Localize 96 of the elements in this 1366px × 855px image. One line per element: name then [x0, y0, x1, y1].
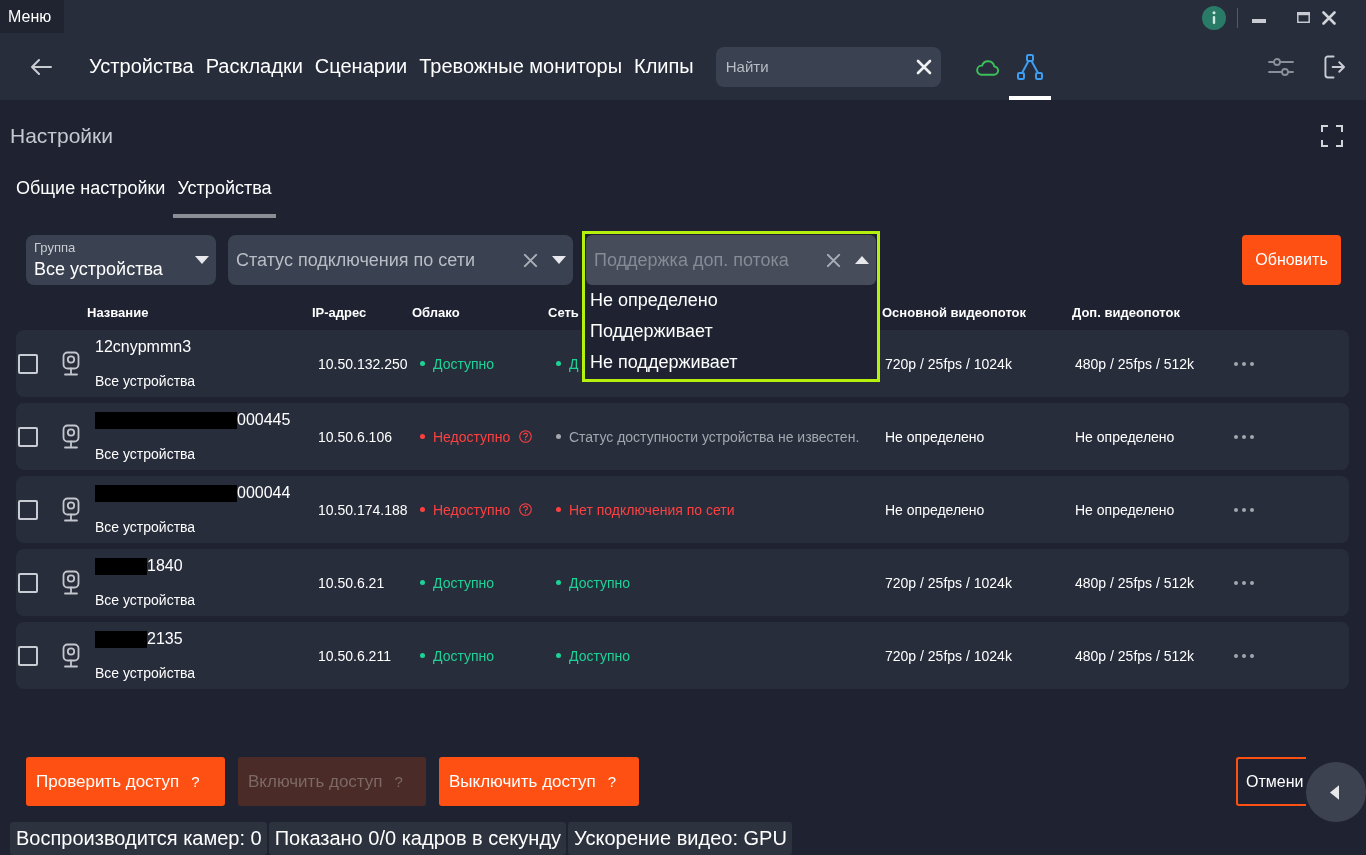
info-icon[interactable] — [1202, 6, 1226, 30]
exit-icon[interactable] — [1324, 54, 1345, 79]
network-icon — [1016, 53, 1043, 80]
device-group: Все устройства — [95, 446, 312, 462]
more-icon[interactable] — [1234, 580, 1254, 585]
status-bar-item: Воспроизводится камер: 0 — [10, 822, 267, 855]
checkbox[interactable] — [18, 645, 38, 666]
tab[interactable]: Устройства — [173, 172, 276, 218]
device-row[interactable]: 000044 Все устройства 10.50.174.188 Недоступно Нет подключения по сети Не определено Не определено — [16, 476, 1349, 543]
checkbox[interactable] — [18, 499, 38, 520]
ip-address: 10.50.174.188 — [318, 501, 408, 518]
webcam-icon — [62, 569, 80, 596]
more-icon[interactable] — [1234, 434, 1254, 439]
more-icon[interactable] — [1234, 361, 1254, 366]
device-name: 1840 — [147, 557, 183, 575]
main-stream: 720p / 25fps / 1024k — [885, 574, 1012, 591]
network-status: Статус доступности устройства не известен. — [569, 428, 860, 445]
filter-select[interactable]: Группа Все устройства — [26, 235, 216, 285]
column-header: Название — [87, 305, 150, 320]
caret-up-icon[interactable] — [855, 256, 869, 264]
nav-link[interactable]: Устройства — [89, 55, 194, 78]
network-status: Нет подключения по сети — [569, 501, 735, 518]
webcam-icon — [62, 642, 80, 669]
sub-stream: Не определено — [1075, 428, 1175, 445]
tab[interactable]: Общие настройки — [12, 172, 170, 218]
network-status: Доступно — [569, 647, 631, 664]
status-bar-item: Ускорение видео: GPU — [568, 822, 792, 855]
help-icon[interactable] — [519, 430, 533, 443]
main-stream: Не определено — [885, 428, 985, 445]
webcam-icon — [62, 350, 80, 377]
main-stream: Не определено — [885, 501, 985, 518]
device-group: Все устройства — [95, 665, 312, 681]
main-stream: 720p / 25fps / 1024k — [885, 647, 1012, 664]
sub-stream: 480p / 25fps / 512k — [1075, 355, 1195, 372]
page-title: Настройки — [10, 124, 113, 148]
ip-address: 10.50.6.106 — [318, 428, 392, 445]
device-row[interactable]: 2135 Все устройства 10.50.6.211 Доступно Доступно 720p / 25fps / 1024k 480p / 25fps / 512k — [16, 622, 1349, 689]
help-icon[interactable] — [519, 503, 533, 516]
dropdown-option[interactable]: Не поддерживает — [586, 347, 876, 378]
cloud-status: Доступно — [433, 647, 495, 664]
side-panel-toggle-button[interactable] — [1306, 762, 1366, 822]
menu-button[interactable]: Меню — [0, 0, 64, 33]
nav-link[interactable]: Клипы — [634, 55, 694, 78]
checkbox[interactable] — [18, 353, 38, 374]
sub-stream: 480p / 25fps / 512k — [1075, 574, 1195, 591]
webcam-icon — [62, 496, 80, 523]
cloud-icon — [975, 57, 1001, 76]
column-header: Доп. видеопоток — [1072, 305, 1181, 320]
fullscreen-icon[interactable] — [1321, 125, 1343, 147]
back-arrow-icon[interactable] — [30, 58, 52, 75]
cancel-button[interactable]: Отмени — [1236, 757, 1306, 806]
device-group: Все устройства — [95, 519, 312, 535]
more-icon[interactable] — [1234, 507, 1254, 512]
cloud-status: Недоступно — [433, 501, 511, 518]
device-name: 000044 — [237, 484, 291, 502]
device-group: Все устройства — [95, 373, 312, 389]
webcam-icon — [62, 423, 80, 450]
checkbox[interactable] — [18, 572, 38, 593]
clear-icon[interactable] — [523, 252, 538, 268]
device-group: Все устройства — [95, 592, 312, 608]
device-name: 2135 — [147, 630, 183, 648]
device-row[interactable]: 000445 Все устройства 10.50.6.106 Недоступно Статус доступности устройства не известен. Не определено Не определено — [16, 403, 1349, 470]
nav-link[interactable]: Сценарии — [314, 55, 408, 78]
checkbox[interactable] — [18, 426, 38, 447]
cloud-status: Недоступно — [433, 428, 511, 445]
main-stream: 720p / 25fps / 1024k — [885, 355, 1012, 372]
filter-select[interactable]: Статус подключения по сети — [228, 235, 573, 285]
close-icon[interactable] — [1322, 11, 1336, 25]
caret-left-icon — [1329, 784, 1339, 800]
ip-address: 10.50.6.21 — [318, 574, 385, 591]
ip-address: 10.50.6.211 — [318, 647, 391, 664]
cloud-status: Доступно — [433, 574, 495, 591]
caret-down-icon[interactable] — [552, 256, 566, 264]
column-header: IP-адрес — [312, 305, 368, 320]
clear-icon[interactable] — [826, 252, 841, 268]
search-field[interactable]: Найти — [715, 46, 941, 87]
network-status: Д — [569, 355, 579, 372]
nav-link[interactable]: Раскладки — [205, 55, 303, 78]
sub-stream: Не определено — [1075, 501, 1175, 518]
column-header: Облако — [412, 305, 461, 320]
sliders-icon[interactable] — [1268, 56, 1294, 77]
ip-address: 10.50.132.250 — [318, 355, 408, 372]
network-status: Доступно — [569, 574, 631, 591]
more-icon[interactable] — [1234, 653, 1254, 658]
device-row[interactable]: 1840 Все устройства 10.50.6.21 Доступно Доступно 720p / 25fps / 1024k 480p / 25fps / 512k — [16, 549, 1349, 616]
caret-down-icon[interactable] — [195, 256, 209, 264]
status-bar-item: Показано 0/0 кадров в секунду — [268, 822, 567, 855]
maximize-icon[interactable] — [1297, 12, 1310, 23]
device-name: 000445 — [237, 411, 291, 429]
cloud-status: Доступно — [433, 355, 495, 372]
dropdown-option[interactable]: Не определено — [586, 285, 876, 316]
device-name: 12cnypmmn3 — [95, 338, 192, 356]
sub-stream: 480p / 25fps / 512k — [1075, 647, 1195, 664]
column-header: Основной видеопоток — [882, 305, 1028, 320]
column-header: Сеть — [548, 305, 580, 320]
nav-link[interactable]: Тревожные мониторы — [419, 55, 622, 78]
